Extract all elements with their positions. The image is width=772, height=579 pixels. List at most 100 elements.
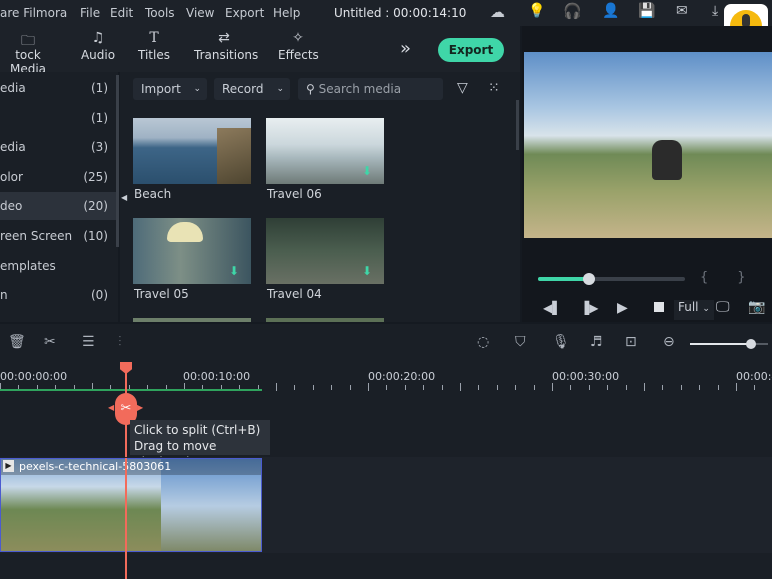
ruler-tick: [276, 383, 277, 391]
tab-titles[interactable]: T Titles: [136, 30, 172, 62]
ruler-tick: [349, 385, 351, 390]
in-out-markers[interactable]: { }: [700, 270, 745, 285]
ruler-tick: [496, 385, 498, 390]
ruler-tick: [460, 383, 461, 391]
arrow-left-icon: ◀: [108, 403, 115, 412]
tab-effects[interactable]: ✧ Effects: [278, 30, 319, 62]
sidebar-item[interactable]: reen Screen (10): [0, 222, 116, 250]
adjust-icon[interactable]: ☰: [82, 334, 95, 350]
media-thumb-travel-04[interactable]: ⬇: [266, 218, 384, 284]
sidebar-item-count: (10): [83, 229, 108, 243]
ruler-tick: [736, 383, 737, 391]
ruler-tick: [312, 385, 314, 390]
ruler-tick: [441, 385, 443, 390]
download-icon[interactable]: ⤓: [712, 3, 718, 19]
sidebar-item-label: reen Screen: [0, 229, 73, 243]
ruler-tick: [368, 383, 369, 391]
ruler-tick: [625, 385, 627, 390]
filter-icon[interactable]: ▽: [457, 80, 468, 96]
sidebar-scrollbar[interactable]: [116, 75, 119, 247]
cloud-icon[interactable]: ☁: [490, 3, 505, 21]
save-icon[interactable]: 💾: [638, 3, 655, 19]
headset-icon[interactable]: 🎧: [563, 2, 582, 20]
grid-icon[interactable]: ⁙: [488, 80, 500, 96]
chevron-down-icon: ⌄: [276, 84, 284, 94]
sidebar-item-label: edia: [0, 81, 26, 95]
tab-transitions[interactable]: ⇄ Transitions: [194, 30, 258, 62]
media-thumb[interactable]: [266, 318, 384, 322]
zoom-out-icon[interactable]: ⊖: [663, 334, 675, 350]
media-thumb-beach[interactable]: [133, 118, 251, 184]
sidebar-item-label: olor: [0, 169, 23, 184]
app-name: are Filmora: [0, 6, 68, 20]
play-icon[interactable]: ▶: [617, 300, 628, 316]
menu-help[interactable]: Help: [273, 6, 300, 20]
arrow-right-icon: ▶: [137, 403, 144, 412]
render-icon[interactable]: ◌: [477, 334, 489, 350]
menu-view[interactable]: View: [186, 6, 214, 20]
media-scrollbar[interactable]: [516, 100, 519, 150]
collapse-arrow-icon[interactable]: ◀: [121, 193, 127, 202]
bulb-icon[interactable]: 💡: [528, 3, 545, 19]
menu-export[interactable]: Export: [225, 6, 264, 20]
menu-tools[interactable]: Tools: [145, 6, 175, 20]
scissors-icon[interactable]: ✂: [44, 334, 56, 350]
zoom-slider[interactable]: [690, 339, 768, 349]
media-thumb-travel-05[interactable]: ⬇: [133, 218, 251, 284]
playback-slider[interactable]: [538, 273, 685, 285]
ruler-tick: [717, 385, 719, 390]
transitions-icon: ⇄: [218, 30, 230, 46]
tooltip: Click to split (Ctrl+B)Drag to move play…: [130, 420, 270, 469]
sidebar-item[interactable]: deo (20): [0, 192, 116, 221]
media-sidebar: edia (1) (1) edia (3) olor (25) deo (20) reen Scr…: [0, 72, 118, 322]
microphone-icon[interactable]: 🎙: [552, 334, 570, 350]
stop-icon[interactable]: [654, 302, 664, 312]
folder-icon: 🗀: [21, 33, 35, 49]
sidebar-item[interactable]: olor (25): [0, 163, 116, 191]
delete-icon[interactable]: 🗑: [8, 334, 26, 350]
quality-dropdown[interactable]: Full ⌄: [674, 300, 714, 320]
sidebar-item-count: (25): [83, 169, 108, 184]
sidebar-item[interactable]: edia (3): [0, 133, 116, 161]
ruler-tick: [294, 385, 296, 390]
ruler-tick: [644, 383, 645, 391]
ruler-tick: [404, 385, 406, 390]
import-dropdown[interactable]: Import ⌄: [133, 78, 207, 100]
audio-wave-icon[interactable]: ⫶: [118, 334, 122, 350]
tab-audio[interactable]: ♫ Audio: [80, 30, 116, 62]
fit-icon[interactable]: ⊡: [625, 334, 637, 350]
media-thumb[interactable]: [133, 318, 251, 322]
menu-edit[interactable]: Edit: [110, 6, 133, 20]
media-label: Beach: [134, 187, 172, 201]
export-button[interactable]: Export: [438, 38, 504, 62]
music-icon: ♫: [91, 30, 105, 46]
search-icon: ⚲: [306, 82, 315, 96]
effects-icon: ✧: [292, 30, 304, 46]
video-clip[interactable]: ▶ pexels-c-technical-5803061: [0, 458, 262, 552]
ruler-tick: [533, 385, 535, 390]
preview-video[interactable]: [524, 52, 772, 238]
chevron-down-icon: ⌄: [702, 304, 710, 314]
sidebar-item[interactable]: edia (1): [0, 74, 116, 102]
next-frame-icon[interactable]: ▐▶: [580, 301, 598, 315]
sidebar-item-count: (20): [83, 199, 108, 214]
record-dropdown[interactable]: Record ⌄: [214, 78, 290, 100]
menu-file[interactable]: File: [80, 6, 100, 20]
marker-icon[interactable]: ⛉: [515, 334, 526, 350]
sidebar-item[interactable]: emplates: [0, 252, 116, 280]
voiceover-icon[interactable]: ♬: [590, 334, 603, 350]
user-icon[interactable]: 👤: [602, 3, 619, 19]
sidebar-item[interactable]: (1): [0, 104, 116, 132]
more-button[interactable]: »: [400, 38, 411, 59]
render-bar: [0, 389, 262, 391]
display-icon[interactable]: 🖵: [716, 299, 730, 315]
ruler-tick: [423, 385, 425, 390]
previous-frame-icon[interactable]: ◀▌: [543, 301, 561, 315]
media-thumb-travel-06[interactable]: ⬇: [266, 118, 384, 184]
camera-icon[interactable]: 📷: [748, 299, 765, 315]
search-input[interactable]: ⚲ Search media: [298, 78, 443, 100]
sidebar-item[interactable]: n (0): [0, 281, 116, 309]
chevron-down-icon: ⌄: [193, 84, 201, 94]
mail-icon[interactable]: ✉: [676, 3, 688, 19]
tab-stock-media[interactable]: 🗀 tock Media: [0, 30, 56, 76]
